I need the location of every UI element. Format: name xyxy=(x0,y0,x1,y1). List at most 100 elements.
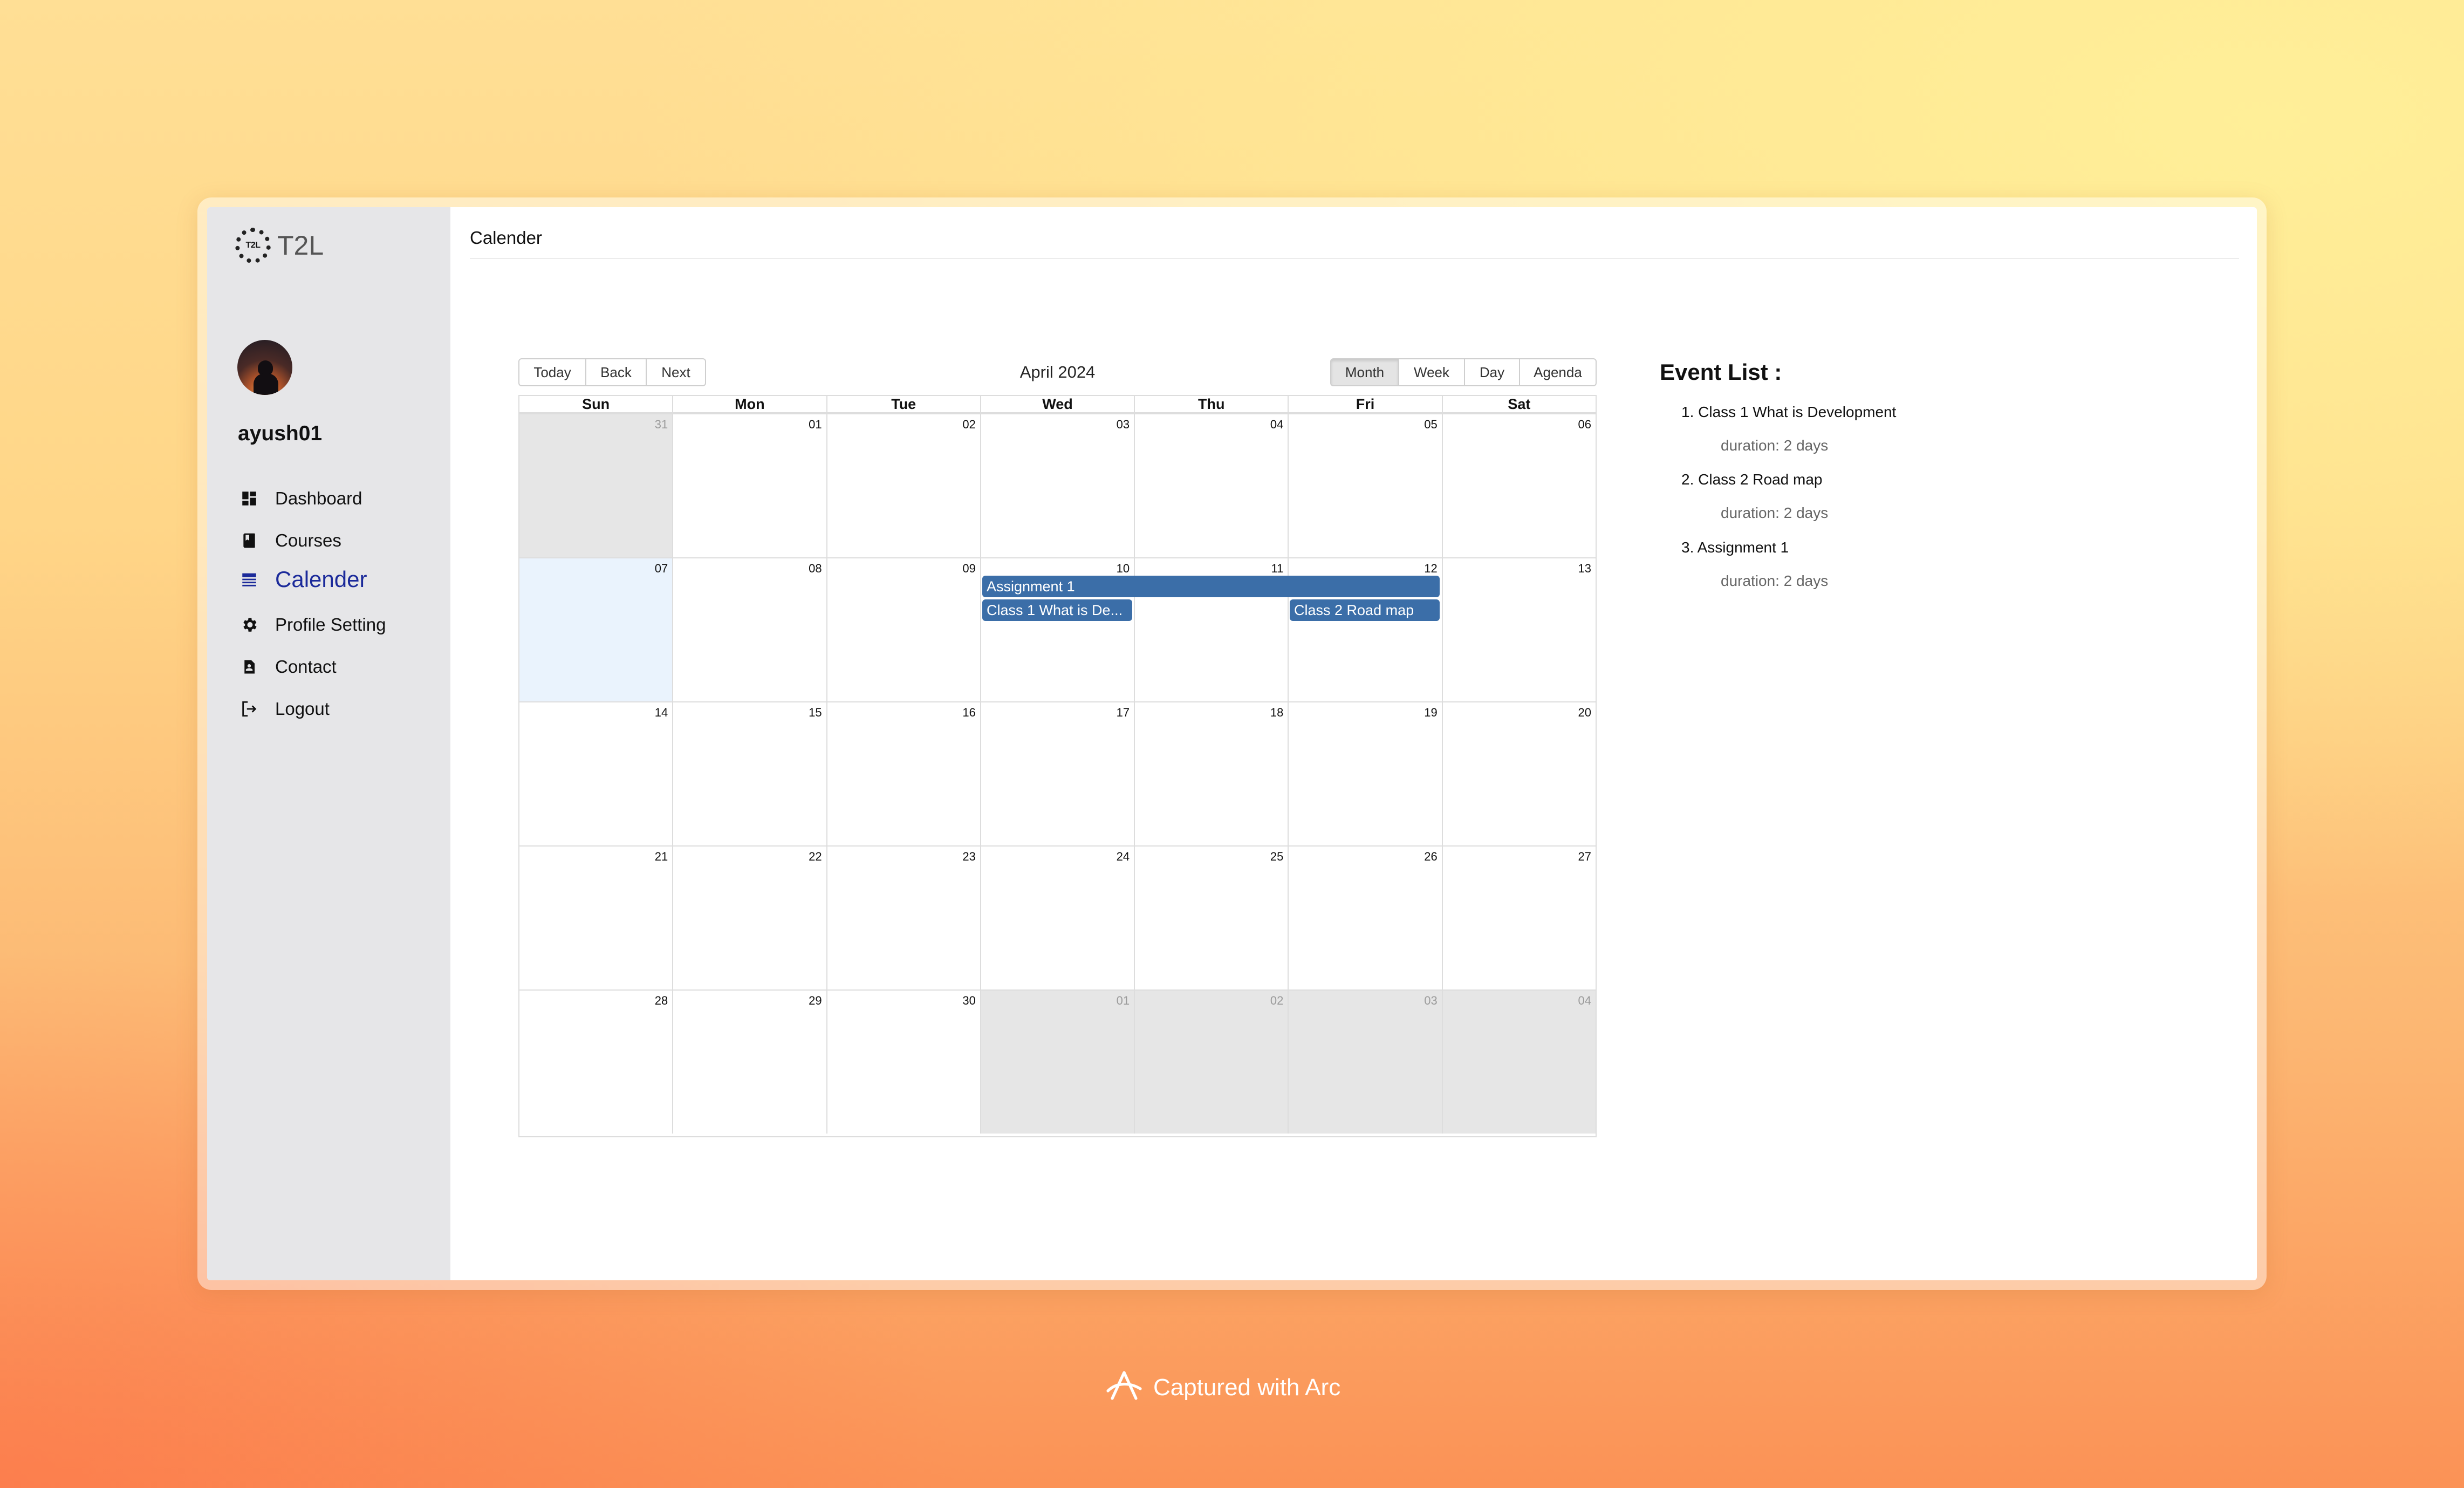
day-number[interactable]: 22 xyxy=(809,850,822,864)
day-cell[interactable]: 04 xyxy=(1441,991,1596,1134)
dashboard-icon xyxy=(239,489,259,508)
day-cell[interactable]: 31 xyxy=(519,414,673,557)
day-number[interactable]: 10 xyxy=(1117,562,1130,576)
day-cell[interactable]: 03 xyxy=(1288,991,1442,1134)
day-number[interactable]: 05 xyxy=(1424,418,1437,432)
event-class-1[interactable]: Class 1 What is De... xyxy=(982,599,1132,621)
day-cell[interactable]: 09 xyxy=(826,558,980,701)
avatar[interactable] xyxy=(237,340,292,395)
day-cell[interactable]: 16 xyxy=(826,702,980,845)
day-cell[interactable]: 24 xyxy=(980,847,1134,989)
day-cell[interactable]: 28 xyxy=(519,991,672,1134)
day-number[interactable]: 03 xyxy=(1424,994,1437,1008)
day-number[interactable]: 23 xyxy=(962,850,975,864)
day-cell[interactable]: 30 xyxy=(826,991,980,1134)
day-number[interactable]: 27 xyxy=(1578,850,1591,864)
sidebar-item-courses[interactable]: Courses xyxy=(239,524,341,557)
day-number[interactable]: 01 xyxy=(809,418,822,432)
day-number[interactable]: 09 xyxy=(962,562,975,576)
day-view-button[interactable]: Day xyxy=(1464,358,1520,386)
event-list-item: 1. Class 1 What is Development duration:… xyxy=(1681,404,2059,454)
day-number[interactable]: 29 xyxy=(809,994,822,1008)
day-number[interactable]: 12 xyxy=(1424,562,1437,576)
day-number[interactable]: 08 xyxy=(809,562,822,576)
agenda-view-button[interactable]: Agenda xyxy=(1519,358,1597,386)
day-cell[interactable]: 02 xyxy=(1134,991,1288,1134)
day-number[interactable]: 13 xyxy=(1578,562,1591,576)
event-list: Event List : 1. Class 1 What is Developm… xyxy=(1660,359,2091,589)
day-cell[interactable]: 23 xyxy=(826,847,980,989)
day-number[interactable]: 30 xyxy=(962,994,975,1008)
day-cell[interactable]: 08 xyxy=(672,558,826,701)
day-cell-today[interactable]: 07 xyxy=(519,558,673,701)
day-number[interactable]: 04 xyxy=(1578,994,1591,1008)
week-row: 21 22 23 24 25 26 27 xyxy=(519,845,1596,989)
day-cell[interactable]: 26 xyxy=(1288,847,1441,989)
sidebar-item-label: Contact xyxy=(275,657,337,677)
gear-icon xyxy=(239,615,259,634)
sidebar-item-dashboard[interactable]: Dashboard xyxy=(239,482,362,515)
logout-icon xyxy=(239,699,259,719)
day-number[interactable]: 03 xyxy=(1117,418,1130,432)
day-number[interactable]: 31 xyxy=(655,418,668,432)
day-cell[interactable]: 14 xyxy=(519,702,672,845)
day-number[interactable]: 18 xyxy=(1270,706,1283,720)
day-cell[interactable]: 02 xyxy=(826,414,980,557)
sidebar-item-calender[interactable]: Calender xyxy=(239,563,367,596)
back-button[interactable]: Back xyxy=(585,358,647,386)
day-cell[interactable]: 20 xyxy=(1441,702,1596,845)
day-number[interactable]: 02 xyxy=(1270,994,1283,1008)
event-class-2[interactable]: Class 2 Road map xyxy=(1290,599,1440,621)
day-cell[interactable]: 17 xyxy=(980,702,1134,845)
sidebar-item-contact[interactable]: Contact xyxy=(239,651,337,683)
day-cell[interactable]: 25 xyxy=(1134,847,1288,989)
day-number[interactable]: 14 xyxy=(655,706,668,720)
event-list-item-title: 1. Class 1 What is Development xyxy=(1681,404,2059,421)
next-button[interactable]: Next xyxy=(646,358,706,386)
day-cell[interactable]: 21 xyxy=(519,847,672,989)
day-cell[interactable]: 22 xyxy=(672,847,826,989)
day-cell[interactable]: 19 xyxy=(1288,702,1441,845)
day-number[interactable]: 16 xyxy=(962,706,975,720)
day-cell[interactable]: 13 xyxy=(1441,558,1596,701)
day-cell[interactable]: 27 xyxy=(1441,847,1596,989)
day-number[interactable]: 26 xyxy=(1424,850,1437,864)
day-number[interactable]: 15 xyxy=(809,706,822,720)
today-button[interactable]: Today xyxy=(518,358,586,386)
sidebar-item-label: Calender xyxy=(275,566,367,592)
weekday-label: Wed xyxy=(980,396,1134,412)
day-cell[interactable]: 01 xyxy=(672,414,826,557)
day-cell[interactable]: 29 xyxy=(672,991,826,1134)
day-cell[interactable]: 04 xyxy=(1134,414,1288,557)
day-number[interactable]: 20 xyxy=(1578,706,1591,720)
day-number[interactable]: 17 xyxy=(1117,706,1130,720)
day-number[interactable]: 21 xyxy=(655,850,668,864)
day-number[interactable]: 24 xyxy=(1117,850,1130,864)
day-number[interactable]: 01 xyxy=(1117,994,1130,1008)
day-number[interactable]: 04 xyxy=(1270,418,1283,432)
day-cell[interactable]: 03 xyxy=(980,414,1134,557)
day-number[interactable]: 02 xyxy=(962,418,975,432)
logo-mark-icon: T2L xyxy=(235,228,271,263)
sidebar-item-logout[interactable]: Logout xyxy=(239,693,330,725)
day-cell[interactable]: 01 xyxy=(980,991,1134,1134)
day-number[interactable]: 28 xyxy=(655,994,668,1008)
weekday-header: Sun Mon Tue Wed Thu Fri Sat xyxy=(519,396,1596,413)
event-list-item: 3. Assignment 1 duration: 2 days xyxy=(1681,539,2059,589)
week-view-button[interactable]: Week xyxy=(1398,358,1465,386)
day-cell[interactable]: 18 xyxy=(1134,702,1288,845)
day-number[interactable]: 06 xyxy=(1578,418,1591,432)
day-cell[interactable]: 15 xyxy=(672,702,826,845)
sidebar-item-profile-setting[interactable]: Profile Setting xyxy=(239,609,386,641)
day-number[interactable]: 19 xyxy=(1424,706,1437,720)
event-list-item-label: Class 2 Road map xyxy=(1698,471,1823,488)
day-cell[interactable]: 06 xyxy=(1441,414,1596,557)
event-list-item-number: 2. xyxy=(1681,471,1694,488)
day-number[interactable]: 07 xyxy=(655,562,668,576)
day-number[interactable]: 25 xyxy=(1270,850,1283,864)
day-number[interactable]: 11 xyxy=(1271,562,1284,576)
month-view-button[interactable]: Month xyxy=(1330,358,1399,386)
day-cell[interactable]: 05 xyxy=(1288,414,1441,557)
logo[interactable]: T2L T2L xyxy=(235,228,324,263)
event-assignment-1[interactable]: Assignment 1 xyxy=(982,576,1440,597)
